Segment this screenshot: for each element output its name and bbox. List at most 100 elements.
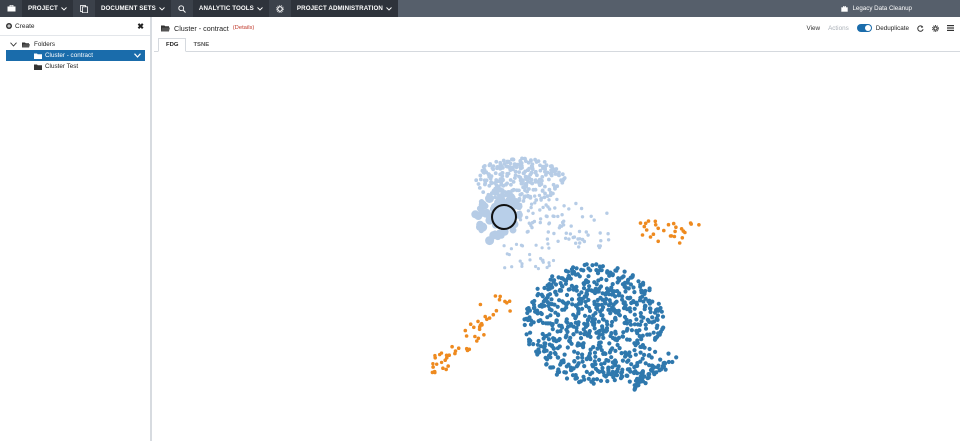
cluster-node-orange[interactable] xyxy=(674,225,678,229)
cluster-node-dark[interactable] xyxy=(543,334,548,339)
cluster-node-dark[interactable] xyxy=(562,352,567,357)
cluster-node-light[interactable] xyxy=(531,211,535,215)
cluster-node-orange[interactable] xyxy=(431,365,435,369)
cluster-node-dark[interactable] xyxy=(525,306,530,312)
cluster-node-orange[interactable] xyxy=(453,349,458,353)
cluster-node-light[interactable] xyxy=(551,214,555,218)
cluster-node-light[interactable] xyxy=(520,264,524,268)
cluster-node-light[interactable] xyxy=(505,252,509,256)
cluster-node-light[interactable] xyxy=(529,202,534,206)
cluster-node-dark[interactable] xyxy=(555,312,561,317)
cluster-node-dark[interactable] xyxy=(528,322,534,327)
cluster-node-orange[interactable] xyxy=(683,230,687,235)
cluster-node-dark[interactable] xyxy=(613,348,618,353)
cluster-node-dark[interactable] xyxy=(592,350,598,355)
cluster-node-dark[interactable] xyxy=(634,317,639,322)
cluster-node-dark[interactable] xyxy=(594,330,599,335)
cluster-node-light[interactable] xyxy=(547,246,551,250)
cluster-node-dark[interactable] xyxy=(564,327,569,332)
cluster-node-dark[interactable] xyxy=(590,362,595,367)
cluster-node-light[interactable] xyxy=(513,176,517,180)
cluster-node-dark[interactable] xyxy=(601,370,606,375)
cluster-node-light[interactable] xyxy=(518,210,522,214)
cluster-node-light[interactable] xyxy=(518,192,523,197)
cluster-node-orange[interactable] xyxy=(433,353,437,358)
cluster-node-light[interactable] xyxy=(546,242,550,246)
cluster-node-orange[interactable] xyxy=(497,297,502,302)
cluster-node-dark[interactable] xyxy=(645,332,650,337)
cluster-node-light[interactable] xyxy=(562,176,567,180)
cluster-node-dark[interactable] xyxy=(564,333,569,338)
cluster-node-light[interactable] xyxy=(578,241,582,245)
cluster-node-dark[interactable] xyxy=(551,338,556,343)
cluster-node-orange[interactable] xyxy=(477,327,482,332)
cluster-node-dark[interactable] xyxy=(578,342,583,347)
cluster-node-orange[interactable] xyxy=(508,309,512,313)
cluster-node-light[interactable] xyxy=(606,232,610,236)
cluster-node-dark[interactable] xyxy=(621,306,627,311)
cluster-node-light[interactable] xyxy=(519,181,524,186)
cluster-node-dark[interactable] xyxy=(583,330,588,335)
cluster-node-dark[interactable] xyxy=(583,299,588,304)
cluster-node-dark[interactable] xyxy=(629,362,634,367)
cluster-node-dark[interactable] xyxy=(661,325,666,330)
cluster-node-dark[interactable] xyxy=(652,337,658,342)
cluster-node-dark[interactable] xyxy=(561,360,566,365)
cluster-node-light[interactable] xyxy=(543,165,547,170)
cluster-node-dark[interactable] xyxy=(634,302,639,307)
cluster-node-light[interactable] xyxy=(514,198,518,202)
cluster-node-dark[interactable] xyxy=(628,322,633,327)
cluster-node-light[interactable] xyxy=(514,242,519,246)
cluster-node-orange[interactable] xyxy=(479,321,484,326)
tab-fdg[interactable]: FDG xyxy=(158,38,187,52)
cluster-node-dark[interactable] xyxy=(574,266,579,271)
cluster-node-dark[interactable] xyxy=(587,329,592,334)
cluster-node-orange[interactable] xyxy=(472,325,476,330)
cluster-node-dark[interactable] xyxy=(544,362,549,367)
cluster-node-dark[interactable] xyxy=(647,363,652,368)
cluster-node-light[interactable] xyxy=(589,214,593,218)
cluster-node-orange[interactable] xyxy=(441,366,445,371)
cluster-node-light[interactable] xyxy=(529,158,533,163)
tree-item-cluster-test[interactable]: Cluster Test xyxy=(6,61,145,72)
cluster-node-dark[interactable] xyxy=(652,372,657,377)
cluster-node-light[interactable] xyxy=(520,244,525,248)
cluster-node-dark[interactable] xyxy=(571,287,576,292)
cluster-node-orange[interactable] xyxy=(494,308,499,313)
cluster-node-dark[interactable] xyxy=(605,379,610,384)
cluster-node-dark[interactable] xyxy=(605,322,610,327)
cluster-node-dark[interactable] xyxy=(656,308,661,313)
cluster-node-light[interactable] xyxy=(569,224,573,228)
cluster-node-dark[interactable] xyxy=(536,338,541,344)
cluster-node-light[interactable] xyxy=(510,165,515,170)
cluster-node-dark[interactable] xyxy=(626,296,631,301)
cluster-node-light[interactable] xyxy=(520,156,524,161)
cluster-node-dark[interactable] xyxy=(647,288,652,293)
cluster-node-light[interactable] xyxy=(579,206,584,211)
cluster-node-dark[interactable] xyxy=(578,331,583,336)
cluster-node-light[interactable] xyxy=(494,178,499,182)
cluster-node-dark[interactable] xyxy=(655,365,660,370)
cluster-node-orange[interactable] xyxy=(475,339,479,343)
cluster-node-light[interactable] xyxy=(562,219,566,223)
cluster-graph[interactable] xyxy=(154,52,960,441)
cluster-node-light[interactable] xyxy=(484,170,489,175)
cluster-node-light[interactable] xyxy=(545,170,550,175)
cluster-node-dark[interactable] xyxy=(613,268,618,273)
cluster-node-dark[interactable] xyxy=(638,359,643,364)
cluster-node-light[interactable] xyxy=(523,194,528,198)
cluster-node-orange[interactable] xyxy=(697,223,701,227)
cluster-node-dark[interactable] xyxy=(564,278,569,284)
menu-project-administration[interactable]: PROJECT ADMINISTRATION xyxy=(291,0,398,17)
cluster-node-orange[interactable] xyxy=(473,334,477,339)
cluster-node-light[interactable] xyxy=(523,169,528,174)
cluster-node-dark[interactable] xyxy=(593,366,598,371)
cluster-node-light[interactable] xyxy=(547,187,552,192)
cluster-node-dark[interactable] xyxy=(555,355,560,360)
cluster-node-orange[interactable] xyxy=(456,346,461,351)
menu-document-sets[interactable]: DOCUMENT SETS xyxy=(95,0,171,17)
cluster-node-orange[interactable] xyxy=(642,224,647,229)
cluster-node-dark[interactable] xyxy=(549,302,555,307)
cluster-node-light[interactable] xyxy=(553,172,558,176)
cluster-node-light[interactable] xyxy=(548,193,553,198)
